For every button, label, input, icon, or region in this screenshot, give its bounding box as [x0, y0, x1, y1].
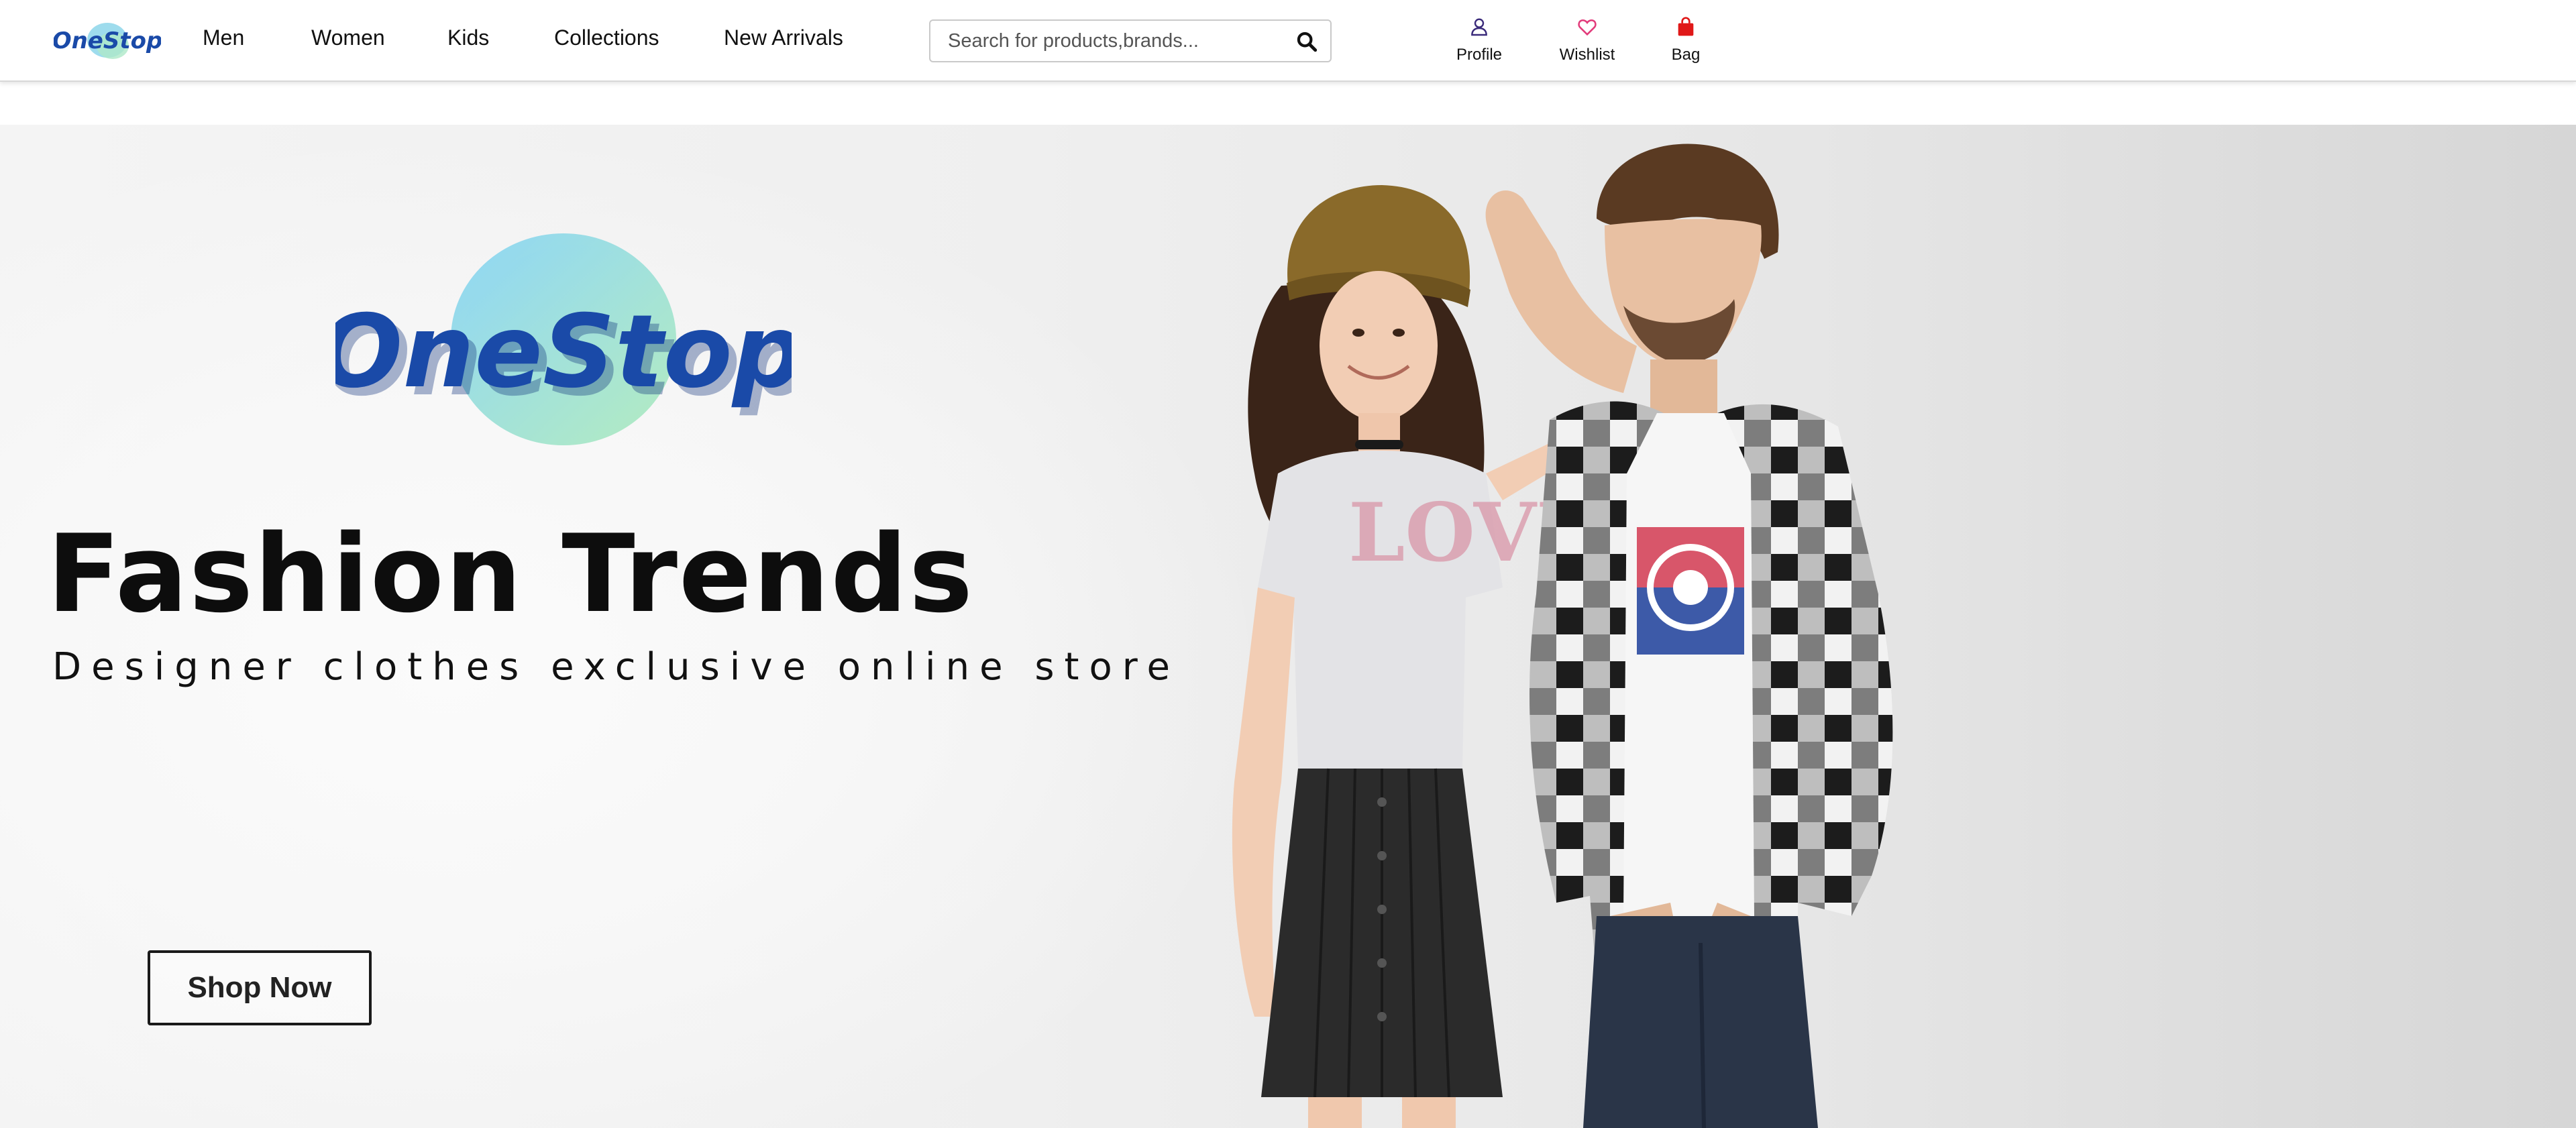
search-icon[interactable] — [1295, 30, 1318, 53]
bag-label: Bag — [1671, 46, 1701, 64]
user-icon — [1471, 18, 1487, 36]
models-photo: LOVE — [1232, 144, 1893, 1128]
hero-subtitle: Designer clothes exclusive online store — [52, 645, 1180, 689]
hero-banner: OneStop OneStop Fashion Trends Designer … — [0, 125, 2576, 1128]
nav-link-kids[interactable]: Kids — [447, 25, 489, 50]
nav-link-new-arrivals[interactable]: New Arrivals — [724, 25, 843, 50]
wishlist-button[interactable]: Wishlist — [1540, 16, 1634, 70]
hero-title: Fashion Trends — [47, 511, 975, 636]
profile-button[interactable]: Profile — [1432, 16, 1526, 70]
shop-now-button[interactable]: Shop Now — [148, 950, 372, 1025]
search-input[interactable] — [948, 21, 1283, 61]
nav-link-men[interactable]: Men — [203, 25, 244, 50]
heart-icon — [1578, 19, 1597, 36]
nav-link-women[interactable]: Women — [311, 25, 385, 50]
svg-text:OneStop: OneStop — [54, 27, 161, 54]
search-bar — [929, 19, 1332, 62]
nav-link-collections[interactable]: Collections — [554, 25, 659, 50]
brand-logo[interactable]: OneStop — [54, 19, 161, 63]
man-model — [1485, 144, 1893, 1128]
top-navbar: OneStop Men Women Kids Collections New A… — [0, 0, 2576, 82]
profile-label: Profile — [1456, 46, 1503, 64]
hero-brand-logo: OneStop OneStop — [335, 233, 792, 445]
svg-text:OneStop: OneStop — [335, 294, 792, 410]
wishlist-label: Wishlist — [1559, 46, 1615, 64]
shopping-bag-icon — [1678, 17, 1694, 36]
bag-button[interactable]: Bag — [1639, 16, 1733, 70]
